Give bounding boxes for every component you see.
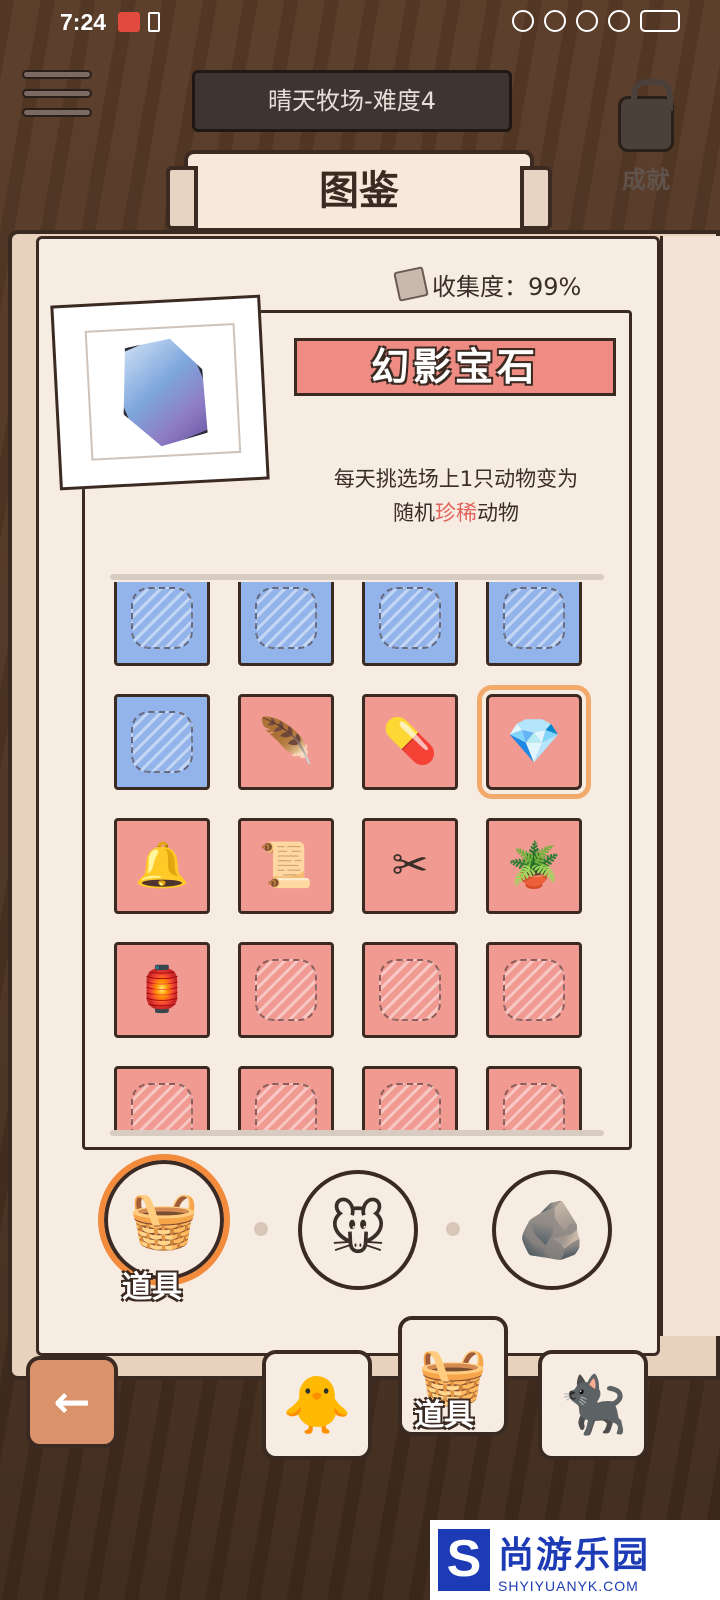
- bottom-chick-button[interactable]: 🐥: [262, 1350, 372, 1460]
- menu-icon-line: [22, 70, 92, 79]
- tab-separator-dot: [254, 1222, 268, 1236]
- item-tile[interactable]: [238, 582, 334, 666]
- black-cat-icon: 🐈‍⬛: [558, 1373, 628, 1438]
- lock-icon: [618, 79, 674, 152]
- item-tile[interactable]: 🪶: [238, 694, 334, 790]
- tab-animals[interactable]: 🐭: [298, 1170, 418, 1290]
- feather-icon: 🪶: [258, 716, 314, 767]
- item-description: 每天挑选场上1只动物变为 随机珍稀动物: [296, 462, 616, 530]
- grid-divider-bottom: [110, 1130, 604, 1136]
- status-bar: 7:24: [0, 0, 720, 48]
- collection-label: 收集度：99%: [432, 272, 582, 301]
- collection-progress: 收集度：99%: [393, 266, 582, 302]
- mute-icon: [544, 10, 566, 32]
- desc-line-1: 每天挑选场上1只动物变为: [333, 467, 579, 491]
- locked-silhouette-icon: [503, 1083, 565, 1130]
- menu-icon-line: [22, 108, 92, 117]
- desc-line-2: 随机珍稀动物: [296, 496, 616, 530]
- item-tile[interactable]: [114, 694, 210, 790]
- item-tile[interactable]: 🔔: [114, 818, 210, 914]
- desc-suffix: 动物: [477, 501, 519, 525]
- locked-silhouette-icon: [379, 587, 441, 649]
- item-tile[interactable]: [362, 942, 458, 1038]
- alert-icon: [608, 10, 630, 32]
- item-tile[interactable]: [238, 942, 334, 1038]
- mouse-face-icon: 🐭: [328, 1197, 388, 1263]
- item-name: 幻影宝石: [294, 338, 616, 396]
- tab-separator-dot: [446, 1222, 460, 1236]
- tab-stones[interactable]: 🪨: [492, 1170, 612, 1290]
- locked-silhouette-icon: [379, 1083, 441, 1130]
- status-icons: [512, 10, 680, 32]
- pill-tray-icon: 💊: [382, 716, 438, 767]
- back-arrow-icon: ←: [53, 1376, 91, 1428]
- grid-divider-top: [110, 574, 604, 580]
- achievements-button[interactable]: 成就: [600, 79, 692, 196]
- desc-highlight: 珍稀: [435, 501, 477, 525]
- watermark-cn: 尚游乐园: [498, 1535, 651, 1576]
- locked-silhouette-icon: [131, 1083, 193, 1130]
- item-tile[interactable]: [486, 942, 582, 1038]
- bottom-tools-label: 道具: [414, 1398, 474, 1433]
- item-tile[interactable]: 🪴: [486, 818, 582, 914]
- scroll-icon: 📜: [258, 840, 314, 891]
- site-watermark: S 尚游乐园 SHYIYUANYK.COM: [430, 1520, 720, 1600]
- locked-silhouette-icon: [379, 959, 441, 1021]
- app-notification-icon: [118, 12, 140, 32]
- item-tile[interactable]: [114, 1066, 210, 1130]
- basket-icon: 🧺: [129, 1188, 199, 1253]
- item-grid[interactable]: 🪶 💊 💎 🔔 📜 ✂ 🪴 🏮: [100, 582, 600, 1130]
- locked-silhouette-icon: [503, 587, 565, 649]
- item-tile[interactable]: [486, 582, 582, 666]
- phantom-gem-icon: [100, 324, 226, 460]
- speed-icon: [512, 10, 534, 32]
- scissors-icon: ✂: [391, 840, 429, 891]
- locked-silhouette-icon: [503, 959, 565, 1021]
- item-tile[interactable]: ✂: [362, 818, 458, 914]
- battery-icon: [640, 10, 680, 32]
- book-icon: [393, 266, 429, 302]
- birdcage-icon: 🏮: [134, 964, 190, 1015]
- locked-silhouette-icon: [255, 1083, 317, 1130]
- locked-silhouette-icon: [255, 587, 317, 649]
- watermark-logo: S: [438, 1529, 490, 1591]
- locked-silhouette-icon: [131, 711, 193, 773]
- tab-tools-label: 道具: [122, 1270, 182, 1305]
- menu-button[interactable]: [22, 70, 92, 126]
- hanging-bell-icon: 🔔: [134, 840, 190, 891]
- gem-icon: 💎: [506, 716, 562, 767]
- level-title: 晴天牧场-难度4: [192, 70, 512, 132]
- desc-prefix: 随机: [393, 501, 435, 525]
- menu-icon-line: [22, 89, 92, 98]
- bottom-cat-button[interactable]: 🐈‍⬛: [538, 1350, 648, 1460]
- item-tile[interactable]: 💊: [362, 694, 458, 790]
- locked-silhouette-icon: [131, 587, 193, 649]
- item-photo: [50, 294, 270, 491]
- watermark-text: 尚游乐园 SHYIYUANYK.COM: [498, 1526, 650, 1594]
- chick-icon: 🐥: [282, 1373, 352, 1438]
- achievements-label: 成就: [622, 166, 670, 194]
- item-tile[interactable]: [238, 1066, 334, 1130]
- item-tile[interactable]: [486, 1066, 582, 1130]
- item-tile[interactable]: [362, 582, 458, 666]
- wifi-icon: [576, 10, 598, 32]
- item-tile-selected[interactable]: 💎: [477, 685, 591, 799]
- locked-silhouette-icon: [255, 959, 317, 1021]
- book-right-page: [660, 236, 720, 1336]
- status-time: 7:24: [60, 9, 107, 35]
- item-tile[interactable]: 📜: [238, 818, 334, 914]
- potted-plant-icon: 🪴: [506, 840, 562, 891]
- rocks-icon: 🪨: [517, 1198, 587, 1263]
- page-title: 图鉴: [166, 150, 552, 232]
- item-photo-inner: [84, 323, 242, 461]
- item-tile[interactable]: 🏮: [114, 942, 210, 1038]
- item-tile[interactable]: [114, 582, 210, 666]
- watermark-en: SHYIYUANYK.COM: [498, 1578, 639, 1594]
- back-button[interactable]: ←: [26, 1356, 118, 1448]
- charging-icon: [148, 12, 160, 32]
- item-tile[interactable]: [362, 1066, 458, 1130]
